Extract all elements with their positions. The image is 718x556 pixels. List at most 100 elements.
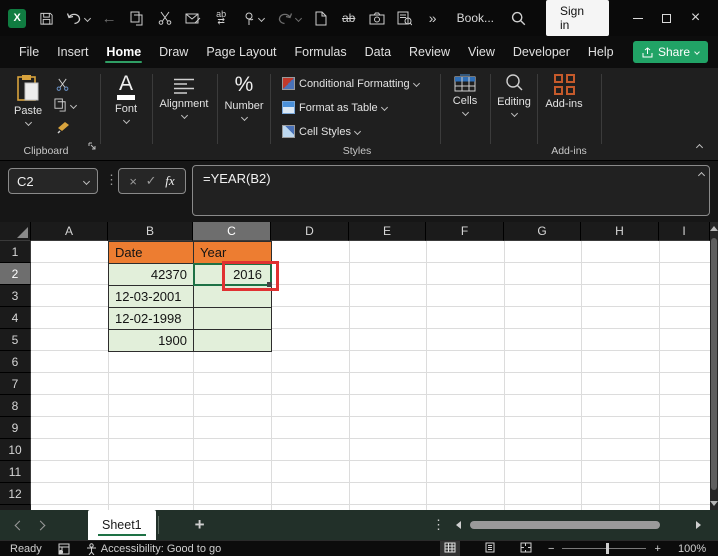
row-header-4[interactable]: 4 — [0, 307, 31, 329]
collapse-ribbon-icon[interactable] — [695, 143, 704, 152]
next-sheet-icon[interactable] — [35, 520, 46, 530]
touch-mode-icon[interactable] — [237, 6, 270, 30]
column-header-i[interactable]: I — [659, 222, 710, 241]
cell-c4[interactable] — [193, 307, 272, 330]
sheet-bar-menu-icon[interactable]: ⋮ — [432, 517, 445, 533]
vertical-scrollbar[interactable] — [710, 222, 718, 510]
cell-c1[interactable]: Year — [193, 241, 272, 264]
column-header-f[interactable]: F — [426, 222, 504, 241]
format-painter-button[interactable] — [56, 120, 71, 139]
enter-formula-icon[interactable]: ✓ — [146, 173, 157, 189]
cell-b1[interactable]: Date — [108, 241, 194, 264]
add-sheet-button[interactable]: + — [195, 515, 205, 535]
formula-bar-drag-handle[interactable]: ⋮ — [105, 172, 118, 188]
strikethrough-icon[interactable]: ab — [337, 6, 361, 30]
editing-button[interactable]: Editing — [491, 73, 537, 118]
sign-in-button[interactable]: Sign in — [546, 0, 610, 36]
row-header-5[interactable]: 5 — [0, 329, 31, 351]
zoom-out-icon[interactable]: − — [548, 543, 554, 555]
row-header-11[interactable]: 11 — [0, 461, 31, 483]
scroll-down-icon[interactable] — [710, 501, 718, 506]
row-header-9[interactable]: 9 — [0, 417, 31, 439]
tab-insert[interactable]: Insert — [48, 39, 97, 65]
font-button[interactable]: A Font — [104, 73, 148, 125]
row-header-7[interactable]: 7 — [0, 373, 31, 395]
share-button[interactable]: Share — [632, 41, 708, 63]
page-break-view-icon[interactable] — [520, 542, 532, 556]
row-header-3[interactable]: 3 — [0, 285, 31, 307]
formula-input[interactable]: =YEAR(B2) — [192, 165, 710, 216]
format-as-table-button[interactable]: Format as Table — [282, 101, 388, 114]
cell-styles-button[interactable]: Cell Styles — [282, 125, 362, 138]
print-preview-icon[interactable] — [393, 6, 417, 30]
tab-help[interactable]: Help — [579, 39, 623, 65]
scroll-up-icon[interactable] — [710, 226, 718, 231]
select-all-corner[interactable] — [0, 222, 31, 241]
column-header-e[interactable]: E — [349, 222, 426, 241]
more-commands-icon[interactable]: » — [421, 6, 445, 30]
column-header-b[interactable]: B — [108, 222, 193, 241]
macro-record-icon[interactable] — [58, 543, 70, 555]
tab-formulas[interactable]: Formulas — [286, 39, 356, 65]
normal-view-icon[interactable] — [440, 540, 460, 556]
undo-icon[interactable] — [62, 6, 93, 30]
cell-b4[interactable]: 12-02-1998 — [108, 307, 194, 330]
tab-review[interactable]: Review — [400, 39, 459, 65]
zoom-slider-thumb[interactable] — [606, 543, 610, 554]
zoom-level[interactable]: 100% — [678, 543, 706, 555]
cut-button[interactable] — [56, 78, 69, 96]
row-header-10[interactable]: 10 — [0, 439, 31, 461]
copy-button[interactable] — [54, 98, 78, 112]
zoom-in-icon[interactable]: + — [654, 543, 660, 555]
tab-developer[interactable]: Developer — [504, 39, 579, 65]
cell-c2[interactable]: 2016 — [193, 263, 272, 286]
scroll-left-icon[interactable] — [456, 521, 461, 529]
paste-button[interactable]: Paste — [14, 74, 42, 127]
insert-function-icon[interactable]: fx — [165, 173, 174, 189]
row-header-2[interactable]: 2 — [0, 263, 31, 285]
maximize-button[interactable] — [652, 6, 681, 30]
mail-icon[interactable] — [181, 6, 205, 30]
close-button[interactable]: × — [681, 6, 710, 30]
column-header-h[interactable]: H — [581, 222, 659, 241]
grid-canvas[interactable]: Date Year 42370 2016 12-03-2001 12-02-19… — [31, 241, 710, 510]
tab-draw[interactable]: Draw — [150, 39, 197, 65]
search-icon[interactable] — [506, 6, 530, 30]
alignment-button[interactable]: Alignment — [154, 78, 214, 120]
cell-b5[interactable]: 1900 — [108, 329, 194, 352]
column-header-g[interactable]: G — [504, 222, 581, 241]
minimize-button[interactable] — [623, 6, 652, 30]
sheet-tab-sheet1[interactable]: Sheet1 — [88, 510, 156, 540]
camera-icon[interactable] — [365, 6, 389, 30]
number-button[interactable]: % Number — [219, 73, 269, 122]
cancel-formula-icon[interactable]: × — [129, 174, 137, 189]
addins-button[interactable]: Add-ins — [541, 74, 587, 110]
tab-file[interactable]: File — [10, 39, 48, 65]
tab-view[interactable]: View — [459, 39, 504, 65]
cell-c5[interactable] — [193, 329, 272, 352]
column-header-c[interactable]: C — [193, 222, 271, 241]
accessibility-status[interactable]: Accessibility: Good to go — [86, 543, 221, 555]
prev-sheet-icon[interactable] — [14, 520, 25, 530]
row-header-1[interactable]: 1 — [0, 241, 31, 263]
horizontal-scrollbar-thumb[interactable] — [470, 521, 660, 529]
zoom-slider[interactable] — [562, 543, 647, 554]
row-header-12[interactable]: 12 — [0, 483, 31, 505]
save-icon[interactable] — [34, 6, 58, 30]
cell-b3[interactable]: 12-03-2001 — [108, 285, 194, 308]
cell-b2[interactable]: 42370 — [108, 263, 194, 286]
tab-page-layout[interactable]: Page Layout — [197, 39, 285, 65]
page-layout-view-icon[interactable] — [484, 542, 496, 556]
conditional-formatting-button[interactable]: Conditional Formatting — [282, 77, 420, 90]
fill-handle[interactable] — [267, 282, 272, 287]
tab-home[interactable]: Home — [97, 39, 150, 65]
scroll-right-icon[interactable] — [696, 521, 701, 529]
excel-logo-icon[interactable]: X — [8, 8, 27, 28]
clipboard-dialog-launcher-icon[interactable] — [88, 138, 97, 156]
tab-data[interactable]: Data — [356, 39, 400, 65]
row-header-8[interactable]: 8 — [0, 395, 31, 417]
column-header-d[interactable]: D — [271, 222, 349, 241]
cells-button[interactable]: Cells — [444, 74, 486, 117]
copy-icon[interactable] — [125, 6, 149, 30]
cell-c3[interactable] — [193, 285, 272, 308]
